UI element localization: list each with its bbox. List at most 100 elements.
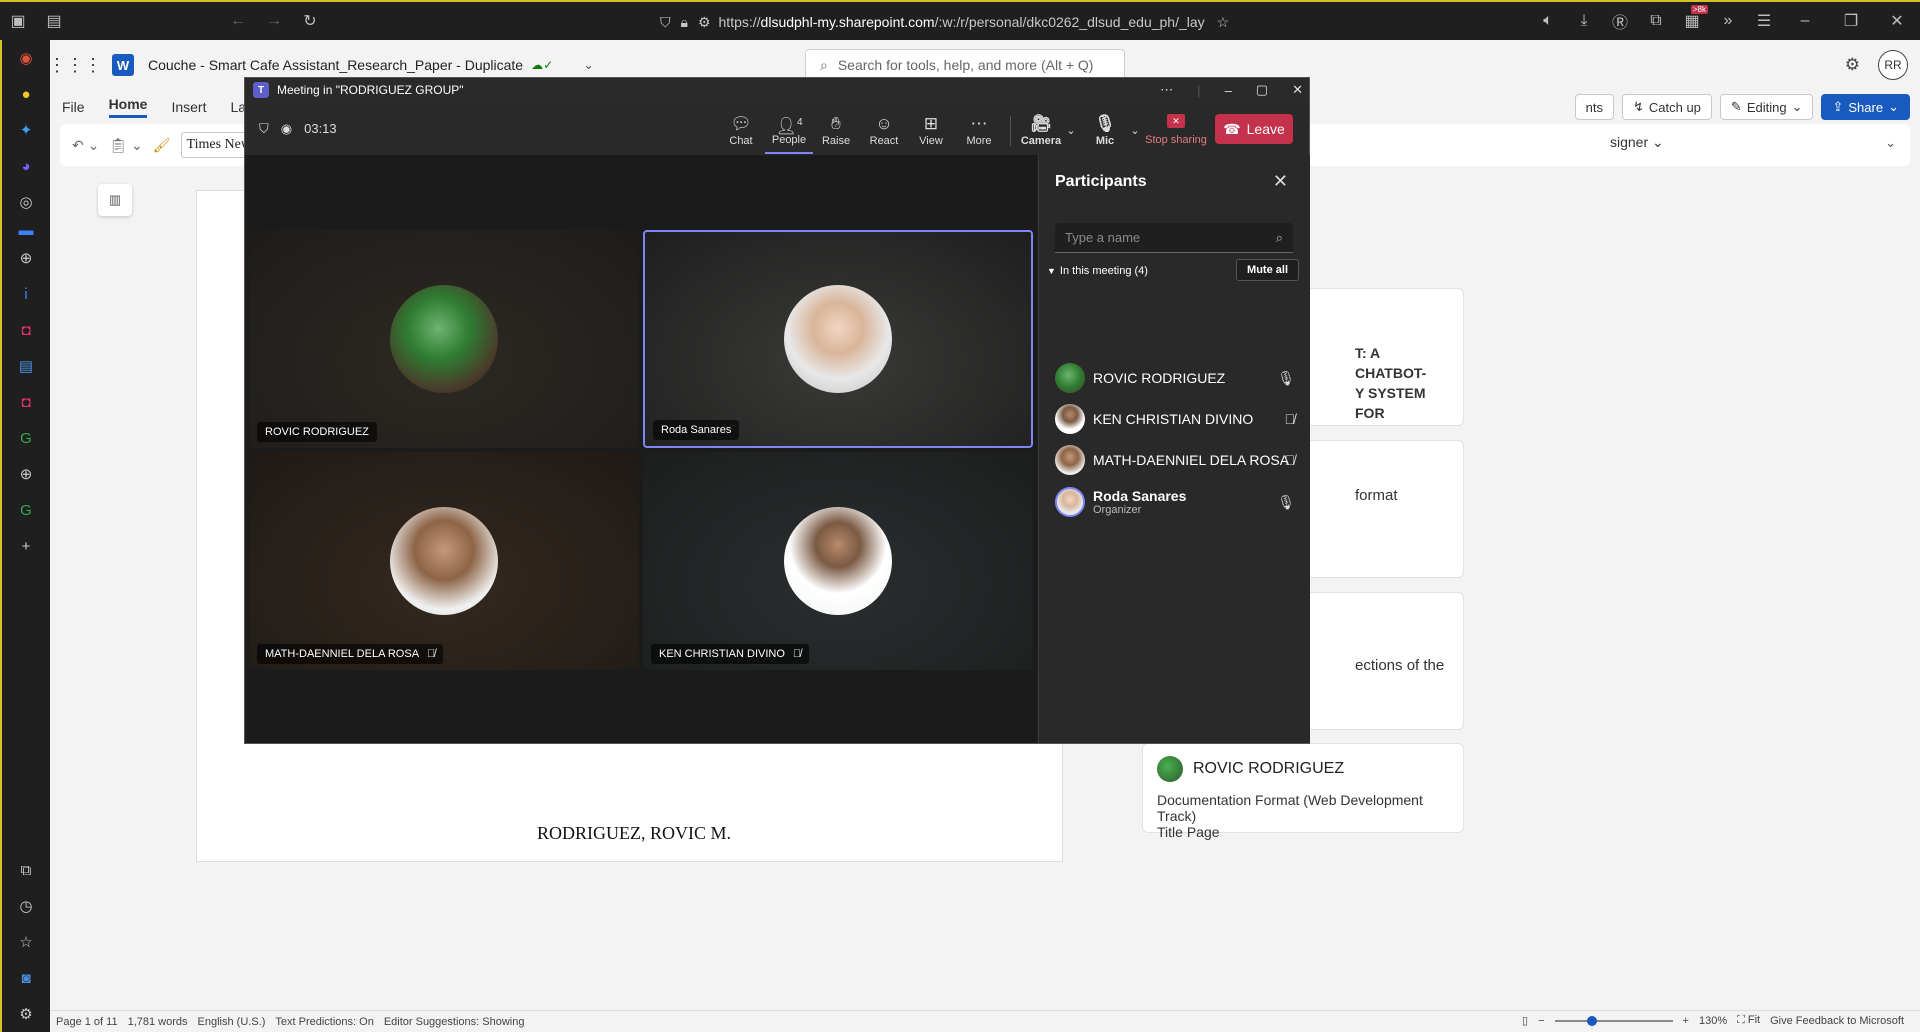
- close-participants-icon[interactable]: ✕: [1273, 171, 1288, 192]
- chat-app-icon[interactable]: ●: [2, 76, 50, 112]
- in-meeting-section[interactable]: ▼ In this meeting (4) Mute all: [1047, 259, 1299, 283]
- menu-icon[interactable]: ☰: [1746, 3, 1782, 39]
- profile-icon[interactable]: Ⓡ: [1602, 3, 1638, 39]
- globe-icon-2[interactable]: ⊕: [2, 456, 50, 492]
- tab-home[interactable]: Home: [108, 96, 148, 118]
- info-icon[interactable]: ⅰ: [2, 276, 50, 312]
- page-count[interactable]: Page 1 of 11: [56, 1016, 118, 1028]
- downloads-icon[interactable]: ⤓: [1566, 3, 1602, 39]
- forward-icon[interactable]: →: [256, 3, 292, 39]
- participant-search-input[interactable]: Type a name ⌕: [1055, 223, 1293, 253]
- comment-card[interactable]: ROVIC RODRIGUEZ Documentation Format (We…: [1142, 743, 1464, 840]
- reload-icon[interactable]: ↻: [292, 3, 328, 39]
- shield-icon[interactable]: ⛉: [259, 121, 269, 137]
- overflow-chevrons-icon[interactable]: »: [1710, 3, 1746, 39]
- more-options-icon[interactable]: ⋯: [1160, 82, 1173, 98]
- app-icon-1[interactable]: ◉: [2, 40, 50, 76]
- instagram-icon[interactable]: ◘: [2, 312, 50, 348]
- view-mode-icon[interactable]: ▯: [1522, 1014, 1528, 1027]
- fit-button[interactable]: ⛶ Fit: [1737, 1014, 1760, 1027]
- react-button[interactable]: ☺ React: [860, 106, 908, 154]
- format-painter-icon[interactable]: 🖌︎: [153, 137, 171, 154]
- instagram-icon-2[interactable]: ◘: [2, 384, 50, 420]
- undo-icon[interactable]: ↶ ⌄: [72, 137, 99, 154]
- favorites-star-icon[interactable]: ☆: [2, 924, 50, 960]
- navigation-pane-icon[interactable]: ▥: [98, 184, 132, 216]
- library-icon[interactable]: ⧉: [2, 852, 50, 888]
- speaker-icon[interactable]: 🔈︎: [1530, 3, 1566, 39]
- language[interactable]: English (U.S.): [198, 1016, 266, 1028]
- camera-button[interactable]: 🎥︎ Camera: [1017, 106, 1065, 154]
- tab-manager-icon[interactable]: ▤: [36, 3, 72, 39]
- mic-options-chevron-icon[interactable]: ⌄: [1127, 106, 1143, 154]
- settings-icon[interactable]: ⚙: [2, 996, 50, 1032]
- browser-sidebar: ◉ ● ✦ ◕ ◎ ▬ ⊕ ⅰ ◘ ▤ ◘ G ⊕ G + ⧉ ◷ ☆ ◙ ⚙: [0, 40, 50, 1032]
- extension-badge-icon[interactable]: ▦ >8k: [1674, 3, 1710, 39]
- comments-button[interactable]: nts: [1574, 94, 1614, 120]
- share-button[interactable]: ⇪ Share ⌄: [1821, 94, 1910, 120]
- chat-label: Chat: [729, 135, 753, 147]
- back-icon[interactable]: ←: [220, 3, 256, 39]
- close-icon[interactable]: ✕: [1292, 82, 1303, 98]
- app-launcher-icon[interactable]: ⋮⋮⋮: [48, 40, 102, 90]
- notes-icon[interactable]: ▤: [2, 348, 50, 384]
- settings-gear-icon[interactable]: ⚙: [1845, 55, 1860, 75]
- vpn-icon[interactable]: ◙: [2, 960, 50, 996]
- add-panel-icon[interactable]: +: [2, 528, 50, 564]
- ai-star-icon[interactable]: ✦: [2, 112, 50, 148]
- chat-button[interactable]: 💬︎ Chat: [717, 106, 765, 154]
- bookmark-star-icon[interactable]: ☆: [1217, 14, 1230, 31]
- view-button[interactable]: ⊞ View: [907, 106, 955, 154]
- status-bar: Page 1 of 11 1,781 words English (U.S.) …: [50, 1010, 1920, 1032]
- user-avatar[interactable]: RR: [1878, 50, 1908, 80]
- google-icon[interactable]: G: [2, 420, 50, 456]
- feedback-link[interactable]: Give Feedback to Microsoft: [1770, 1015, 1904, 1027]
- address-bar[interactable]: ⛉ 🔒︎ ⚙ https://dlsudphl-my.sharepoint.co…: [660, 6, 1270, 38]
- word-count[interactable]: 1,781 words: [128, 1016, 188, 1028]
- messenger-icon[interactable]: ◕: [2, 148, 50, 184]
- camera-options-chevron-icon[interactable]: ⌄: [1063, 106, 1079, 154]
- google-icon-2[interactable]: G: [2, 492, 50, 528]
- minimize-icon[interactable]: –: [1782, 3, 1828, 39]
- editor-suggestions[interactable]: Editor Suggestions: Showing: [384, 1016, 525, 1028]
- catch-up-button[interactable]: ↯ Catch up: [1621, 94, 1712, 120]
- bot-icon[interactable]: ◎: [2, 184, 50, 220]
- participant-row[interactable]: MATH-DAENNIEL DELA ROSA 🎙̸: [1055, 441, 1295, 479]
- mic-button[interactable]: 🎙︎ Mic: [1081, 106, 1129, 154]
- leave-button[interactable]: ☎ Leave: [1215, 114, 1293, 144]
- video-tile-speaking[interactable]: Roda Sanares: [643, 230, 1033, 448]
- mute-all-button[interactable]: Mute all: [1236, 259, 1299, 281]
- people-button[interactable]: 👤︎4 People: [765, 106, 813, 154]
- participant-row[interactable]: KEN CHRISTIAN DIVINO 🎙̸: [1055, 400, 1295, 438]
- more-button[interactable]: ⋯ More: [955, 106, 1003, 154]
- restore-icon[interactable]: ❐: [1828, 3, 1874, 39]
- zoom-level[interactable]: 130%: [1699, 1015, 1727, 1027]
- history-icon[interactable]: ◷: [2, 888, 50, 924]
- editing-mode-button[interactable]: ✎ Editing ⌄: [1719, 94, 1814, 120]
- video-tile[interactable]: MATH-DAENNIEL DELA ROSA 🎙̸: [249, 452, 639, 670]
- zoom-in-icon[interactable]: +: [1683, 1015, 1689, 1027]
- stop-sharing-button[interactable]: ✕ Stop sharing: [1145, 106, 1207, 154]
- video-tile[interactable]: ROVIC RODRIGUEZ: [249, 230, 639, 448]
- ribbon-expand-chevron-icon[interactable]: ⌄: [1885, 135, 1896, 151]
- minimize-icon[interactable]: –: [1225, 83, 1232, 98]
- extensions-icon[interactable]: ⧉: [1638, 3, 1674, 39]
- designer-button[interactable]: signer ⌄: [1610, 134, 1664, 151]
- clipboard-icon[interactable]: 📋︎ ⌄: [109, 137, 142, 154]
- sidebar-toggle-icon[interactable]: ▣: [0, 3, 36, 39]
- zoom-out-icon[interactable]: −: [1538, 1015, 1544, 1027]
- participant-row[interactable]: Roda Sanares Organizer 🎙︎: [1055, 482, 1295, 522]
- zoom-slider-thumb[interactable]: [1586, 1015, 1597, 1026]
- close-icon[interactable]: ✕: [1874, 3, 1920, 39]
- video-tile[interactable]: KEN CHRISTIAN DIVINO 🎙̸: [643, 452, 1033, 670]
- tab-file[interactable]: File: [62, 99, 85, 115]
- zoom-slider[interactable]: [1554, 1015, 1673, 1026]
- tab-insert[interactable]: Insert: [171, 99, 206, 115]
- maximize-icon[interactable]: ▢: [1256, 82, 1268, 98]
- participant-row[interactable]: ROVIC RODRIGUEZ 🎙︎: [1055, 359, 1295, 397]
- raise-hand-button[interactable]: ✋︎ Raise: [812, 106, 860, 154]
- globe-icon[interactable]: ⊕: [2, 240, 50, 276]
- text-predictions[interactable]: Text Predictions: On: [275, 1016, 373, 1028]
- title-chevron-down-icon[interactable]: ⌄: [583, 57, 594, 73]
- document-title[interactable]: Couche - Smart Cafe Assistant_Research_P…: [148, 57, 523, 73]
